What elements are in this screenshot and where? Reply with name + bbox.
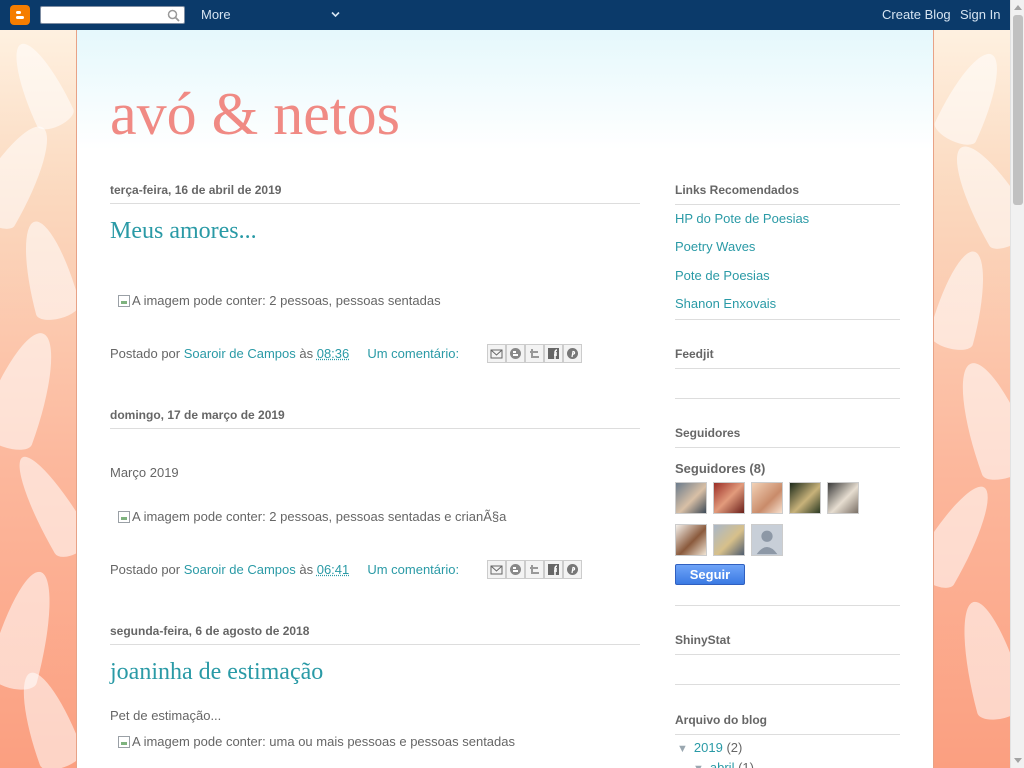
follower-avatar[interactable] (713, 482, 745, 514)
post-comments-link[interactable]: Um comentário: (367, 346, 459, 361)
follower-avatar[interactable] (751, 482, 783, 514)
share-pinterest-button[interactable] (563, 344, 582, 363)
page-scrollbar[interactable] (1010, 0, 1024, 768)
share-blogger-button[interactable] (506, 344, 525, 363)
post-author-link[interactable]: Soaroir de Campos (184, 346, 296, 361)
palm-leaves-right-decoration (934, 30, 1010, 768)
links-heading: Links Recomendados (675, 183, 900, 205)
follower-avatar[interactable] (827, 482, 859, 514)
followers-count: Seguidores (8) (675, 461, 766, 476)
sidebar-link[interactable]: Pote de Poesias (675, 268, 770, 283)
pinterest-icon (567, 564, 578, 575)
share-buttons (487, 344, 582, 363)
broken-image-icon (118, 735, 130, 748)
section-divider (675, 398, 900, 399)
share-facebook-button[interactable] (544, 344, 563, 363)
posted-by-label: Postado por (110, 346, 181, 361)
archive-year-count: (2) (726, 740, 743, 755)
facebook-icon (548, 348, 559, 359)
follower-avatar[interactable] (675, 524, 707, 556)
feedjit-heading: Feedjit (675, 347, 900, 369)
followers-heading: Seguidores (675, 426, 900, 448)
post-comments-link[interactable]: Um comentário: (367, 562, 459, 577)
post-body-text: Março 2019 (110, 465, 179, 480)
follower-avatar[interactable] (675, 482, 707, 514)
share-buttons (487, 560, 582, 579)
palm-leaves-left-decoration (0, 30, 76, 768)
post-image-alt-text: A imagem pode conter: uma ou mais pessoa… (132, 734, 515, 749)
chevron-down-icon[interactable] (330, 9, 341, 20)
email-icon (490, 565, 503, 575)
blogger-logo-icon[interactable] (10, 5, 30, 25)
share-email-button[interactable] (487, 560, 506, 579)
section-divider (675, 684, 900, 685)
scroll-down-arrow-icon[interactable] (1013, 755, 1023, 765)
follower-avatar[interactable] (713, 524, 745, 556)
archive-year-row[interactable]: ▼ 2019 (2) (677, 740, 742, 755)
email-icon (490, 349, 503, 359)
scroll-up-arrow-icon[interactable] (1013, 3, 1023, 13)
broken-image-icon (118, 510, 130, 523)
post-author-link[interactable]: Soaroir de Campos (184, 562, 296, 577)
post-date-header: terça-feira, 16 de abril de 2019 (110, 183, 640, 204)
post-title[interactable]: joaninha de estimação (110, 659, 323, 686)
follower-avatar[interactable] (789, 482, 821, 514)
section-divider (675, 605, 900, 606)
navbar-search-input[interactable] (40, 6, 185, 24)
blogger-navbar: More Create Blog Sign In (0, 0, 1010, 30)
share-facebook-button[interactable] (544, 560, 563, 579)
share-twitter-button[interactable] (525, 560, 544, 579)
twitter-icon (530, 349, 539, 358)
share-twitter-button[interactable] (525, 344, 544, 363)
create-blog-link[interactable]: Create Blog (882, 7, 951, 22)
broken-image-icon (118, 294, 130, 307)
posted-by-label: Postado por (110, 562, 181, 577)
pinterest-icon (567, 348, 578, 359)
sign-in-link[interactable]: Sign In (960, 7, 1000, 22)
follow-button[interactable]: Seguir (675, 564, 745, 585)
post-image-alt-text: A imagem pode conter: 2 pessoas, pessoas… (132, 509, 507, 524)
archive-month-count: (1) (738, 760, 754, 768)
archive-heading: Arquivo do blog (675, 713, 900, 735)
sidebar-link[interactable]: HP do Pote de Poesias (675, 211, 809, 226)
post-footer: Postado por Soaroir de Campos às 08:36 U… (110, 346, 459, 361)
at-label: às (299, 562, 314, 577)
sidebar-link[interactable]: Poetry Waves (675, 239, 755, 254)
post-date-header: domingo, 17 de março de 2019 (110, 408, 640, 429)
twitter-icon (530, 565, 539, 574)
post-date-header: segunda-feira, 6 de agosto de 2018 (110, 624, 640, 645)
share-blogger-button[interactable] (506, 560, 525, 579)
at-label: às (299, 346, 314, 361)
post-image: A imagem pode conter: 2 pessoas, pessoas… (118, 293, 441, 308)
post-timestamp-link[interactable]: 08:36 (317, 346, 350, 361)
archive-year-link[interactable]: 2019 (694, 740, 723, 755)
triangle-down-icon[interactable]: ▼ (693, 763, 704, 768)
blogger-icon (510, 348, 521, 359)
post-image-alt-text: A imagem pode conter: 2 pessoas, pessoas… (132, 293, 441, 308)
search-icon[interactable] (167, 9, 180, 22)
blog-title[interactable]: avó & netos (110, 80, 400, 149)
post-image: A imagem pode conter: 2 pessoas, pessoas… (118, 509, 506, 524)
scrollbar-thumb[interactable] (1013, 15, 1023, 205)
archive-month-link[interactable]: abril (710, 760, 735, 768)
user-silhouette-icon (756, 530, 778, 555)
shinystat-heading: ShinyStat (675, 633, 900, 655)
sidebar-link[interactable]: Shanon Enxovais (675, 296, 776, 311)
triangle-down-icon[interactable]: ▼ (677, 743, 688, 755)
facebook-icon (548, 564, 559, 575)
blogger-icon (510, 564, 521, 575)
post-footer: Postado por Soaroir de Campos às 06:41 U… (110, 562, 459, 577)
section-divider (675, 319, 900, 320)
archive-month-row[interactable]: ▼ abril (1) (693, 760, 754, 768)
follower-avatar-placeholder[interactable] (751, 524, 783, 556)
post-image: A imagem pode conter: uma ou mais pessoa… (118, 734, 515, 749)
post-title[interactable]: Meus amores... (110, 218, 257, 245)
navbar-more-menu[interactable]: More (201, 7, 231, 22)
share-email-button[interactable] (487, 344, 506, 363)
post-timestamp-link[interactable]: 06:41 (317, 562, 350, 577)
post-body-text: Pet de estimação... (110, 708, 222, 723)
share-pinterest-button[interactable] (563, 560, 582, 579)
